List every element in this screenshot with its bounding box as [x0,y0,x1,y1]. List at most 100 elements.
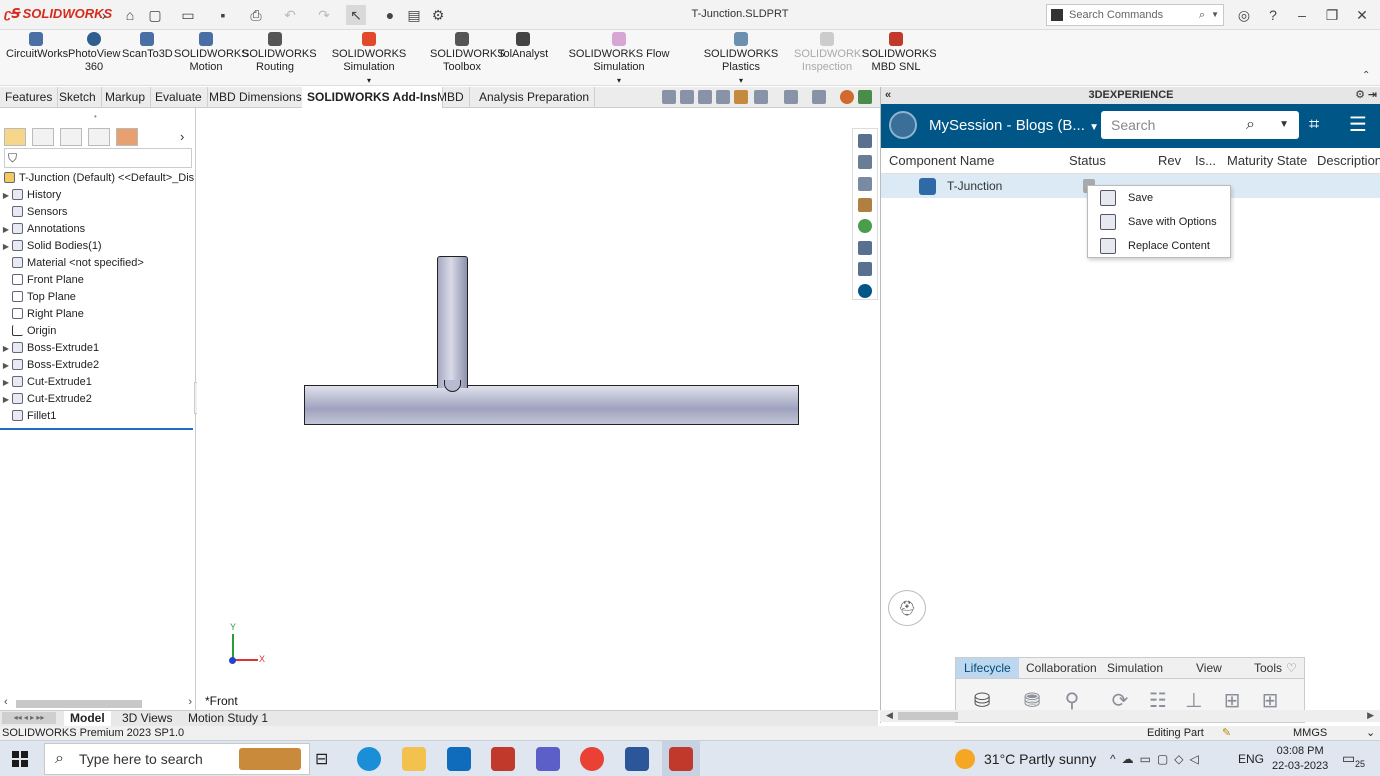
scroll-thumb[interactable] [898,712,958,720]
clock[interactable]: 03:08 PM 22-03-2023 [1272,744,1328,774]
tab-sketch[interactable]: Sketch [54,87,102,108]
task-view-icon[interactable]: ⊟ [315,749,328,769]
solidworks-mbd-snl-button[interactable]: SOLIDWORKS MBD SNL [862,32,937,74]
column-maturity-state[interactable]: Maturity State [1227,148,1307,174]
file-explorer-icon[interactable] [858,177,872,191]
helmet-icon[interactable]: ⛑ [888,590,926,626]
scroll-thumb[interactable] [16,700,142,708]
collapse-icon[interactable]: ♡ [1286,658,1297,678]
panel-grip-icon[interactable]: • [94,112,97,121]
graphics-area[interactable]: Y X *Front [197,108,852,710]
tree-item-annotations[interactable]: ▶ Annotations [0,221,196,238]
new-document-icon[interactable]: ▢ [145,5,165,25]
status-menu-icon[interactable]: ⌄ [1366,726,1375,740]
edge-icon[interactable] [357,747,381,771]
appearances-icon[interactable] [858,219,872,233]
tab-solidworks-add-ins[interactable]: SOLIDWORKS Add-Ins [302,87,444,108]
teams-icon[interactable] [536,747,560,771]
menu-item-replace-content[interactable]: Replace Content [1088,234,1230,258]
file-explorer-icon[interactable] [402,747,426,771]
solidworks-plastics-button[interactable]: SOLIDWORKS Plastics ▾ [692,32,790,87]
tab-model[interactable]: Model [64,711,111,726]
zoom-area-icon[interactable] [680,90,694,104]
solidworks-motion-button[interactable]: SOLIDWORKS Motion [174,32,249,74]
tree-item-top-plane[interactable]: Top Plane [0,289,196,306]
tab-markup[interactable]: Markup [100,87,152,108]
display-style-icon[interactable] [784,90,798,104]
solidworks-2021-icon[interactable] [491,747,515,771]
print-icon[interactable]: ⎙ [246,5,266,25]
tab-simulation[interactable]: Simulation [1099,658,1171,678]
column-status[interactable]: Status [1069,148,1106,174]
tree-filter-input[interactable]: ⛉ [4,148,192,168]
search-icon[interactable]: ⌕ [1246,111,1255,139]
gear-icon[interactable]: ⚙ [1355,87,1365,104]
horizontal-pipe[interactable] [304,385,799,425]
tree-item-boss-extrude2[interactable]: ▶ Boss-Extrude2 [0,357,196,374]
unit-system[interactable]: MMGS [1293,726,1327,740]
display-manager-tab[interactable] [116,128,138,146]
tag-icon[interactable]: ⌗ [1309,114,1319,135]
home-icon[interactable]: ⌂ [120,5,140,25]
chevron-down-icon[interactable]: ▼ [1279,111,1289,139]
custom-properties-icon[interactable] [858,241,872,255]
tab-lifecycle[interactable]: Lifecycle [956,658,1019,678]
collapse-icon[interactable]: « [885,87,891,104]
tree-item-solid-bodies[interactable]: ▶ Solid Bodies(1) [0,238,196,255]
zoom-to-fit-icon[interactable] [662,90,676,104]
previous-view-icon[interactable] [698,90,712,104]
menu-item-save-with-options[interactable]: Save with Options [1088,210,1230,234]
tree-item-right-plane[interactable]: Right Plane [0,306,196,323]
open-folder-icon[interactable]: ▭ [178,5,198,25]
tab-evaluate[interactable]: Evaluate [150,87,208,108]
chrome-icon[interactable] [580,747,604,771]
scroll-right-icon[interactable]: ▶ [1367,710,1374,721]
menu-icon[interactable]: ☰ [1349,112,1367,137]
tree-item-cut-extrude2[interactable]: ▶ Cut-Extrude2 [0,391,196,408]
photoview-button[interactable]: PhotoView 360 [68,32,120,74]
language-indicator[interactable]: ENG [1238,741,1264,776]
feature-tree-tab[interactable] [4,128,26,146]
search-commands-input[interactable]: Search Commands ⌕ ▼ [1046,4,1224,26]
select-arrow-icon[interactable]: ↖ [346,5,366,25]
chevron-right-icon[interactable]: › [94,5,114,25]
dx-search-input[interactable]: Search ⌕ ▼ [1101,111,1299,139]
rollback-bar[interactable] [0,428,193,430]
column-description[interactable]: Description [1317,148,1380,174]
appearance-icon[interactable] [840,90,854,104]
dynamic-annotation-icon[interactable] [734,90,748,104]
dx-scrollbar[interactable]: ◀ ▶ [880,710,1380,722]
windows-start-icon[interactable] [12,751,28,767]
save-icon[interactable]: ▪ [213,5,233,25]
tab-collaboration[interactable]: Collaboration [1018,658,1105,678]
tab-analysis-preparation[interactable]: Analysis Preparation [474,87,596,108]
tab-features[interactable]: Features [0,87,59,108]
solidworks-forum-icon[interactable] [858,262,872,276]
scene-icon[interactable] [858,90,872,104]
tree-item-fillet1[interactable]: Fillet1 [0,408,196,425]
chevron-down-icon[interactable]: ▼ [1089,122,1099,133]
help-icon[interactable]: ? [1261,5,1285,25]
pin-icon[interactable]: ⇥ [1368,87,1377,104]
tree-item-material[interactable]: Material <not specified> [0,255,196,272]
home-icon[interactable] [858,134,872,148]
restore-button[interactable]: ❐ [1320,5,1344,25]
tab-scroll-buttons[interactable]: ◂◂ ◂ ▸ ▸▸ [2,712,56,724]
weather-text[interactable]: 31°C Partly sunny [984,741,1096,776]
scroll-right-icon[interactable]: › [188,696,192,708]
tree-scrollbar[interactable]: ‹ › [4,696,192,710]
column-rev[interactable]: Rev [1158,148,1181,174]
word-icon[interactable] [625,747,649,771]
solidworks-inspection-button[interactable]: SOLIDWORKS Inspection [794,32,869,74]
file-properties-icon[interactable]: ▤ [404,5,424,25]
column-is[interactable]: Is... [1195,148,1216,174]
outlook-icon[interactable] [447,747,471,771]
session-selector[interactable]: MySession - Blogs (B... ▼ [929,117,1099,134]
solidworks-toolbox-button[interactable]: SOLIDWORKS Toolbox [430,32,505,74]
tray-icons[interactable]: ^☁▭▢◇◁ [1110,741,1205,776]
undo-icon[interactable]: ↶ [280,5,300,25]
tree-item-history[interactable]: ▶ History [0,187,196,204]
property-manager-tab[interactable] [32,128,54,146]
tab-mbd[interactable]: MBD [432,87,470,108]
vertical-pipe[interactable] [437,256,468,388]
